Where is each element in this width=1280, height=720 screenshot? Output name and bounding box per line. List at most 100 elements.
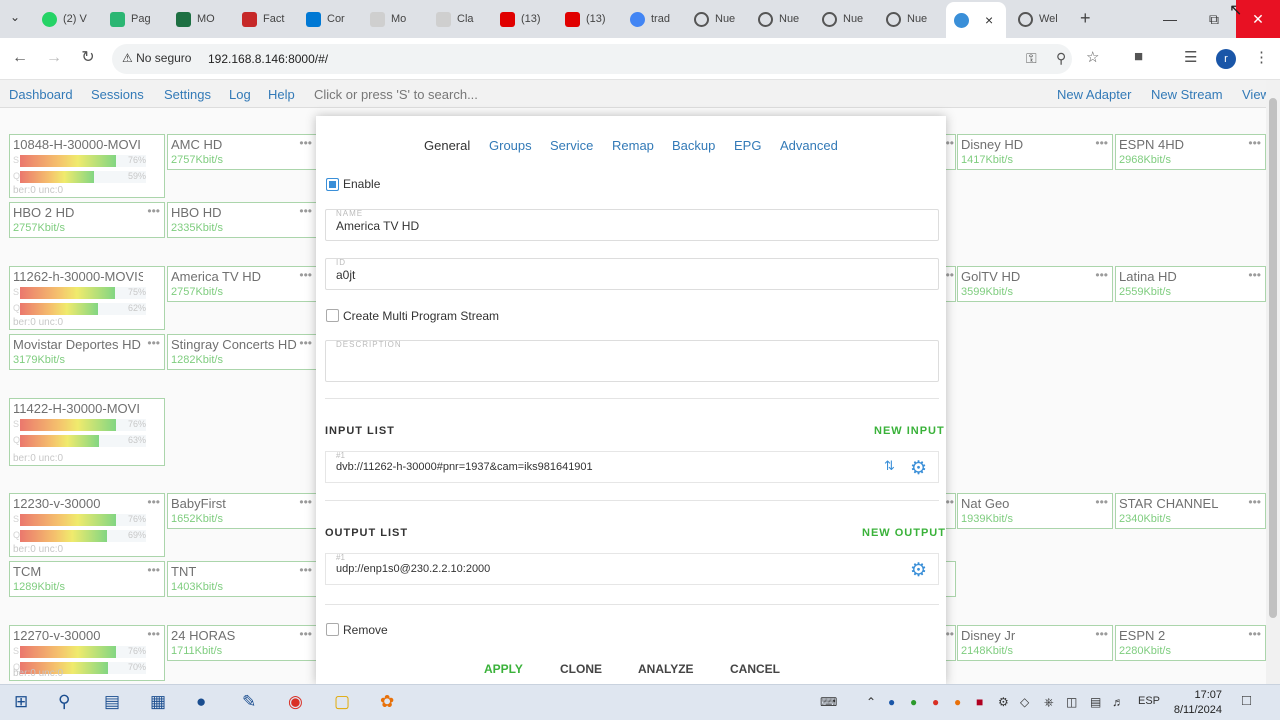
profile-avatar[interactable]: r — [1216, 49, 1236, 69]
volume-icon[interactable]: ♬ — [1112, 695, 1124, 709]
media-control-icon[interactable]: ☰ — [1184, 48, 1197, 66]
analyze-button[interactable]: ANALYZE — [638, 662, 694, 676]
page-scrollbar[interactable] — [1266, 80, 1280, 684]
browser-tab[interactable]: Nue — [822, 4, 878, 34]
browser-tab[interactable]: Cla — [436, 4, 492, 34]
keyboard-icon[interactable]: ⌨ — [820, 695, 837, 709]
browser-tab[interactable]: Nue — [694, 4, 750, 34]
browser-tab[interactable]: Mo — [370, 4, 426, 34]
input-row[interactable]: #1 dvb://11262-h-30000#pnr=1937&cam=iks9… — [325, 451, 939, 483]
cancel-button[interactable]: CANCEL — [730, 662, 780, 676]
description-field[interactable]: DESCRIPTION — [325, 340, 939, 382]
browser-tab[interactable]: Nue — [758, 4, 814, 34]
tab-service[interactable]: Service — [550, 138, 593, 153]
extensions-icon[interactable]: ■ — [1134, 48, 1143, 65]
chrome-icon[interactable]: ◉ — [288, 692, 303, 712]
back-icon[interactable]: ← — [10, 48, 30, 68]
nav-help[interactable]: Help — [268, 87, 295, 102]
browser-tab[interactable]: Fact — [242, 4, 298, 34]
url-text[interactable]: 192.168.8.146:8000/#/ — [208, 52, 328, 66]
close-tab-icon[interactable]: × — [985, 12, 993, 28]
id-field[interactable]: ID a0jt — [325, 258, 939, 290]
bookmark-star-icon[interactable]: ☆ — [1086, 48, 1099, 66]
tray-app-icon[interactable]: ◫ — [1066, 695, 1077, 709]
name-field[interactable]: NAME America TV HD — [325, 209, 939, 241]
network-icon[interactable]: ▤ — [1090, 695, 1101, 709]
tray-app-icon[interactable]: ■ — [976, 695, 983, 709]
close-window-icon[interactable]: ✕ — [1236, 0, 1280, 38]
tab-label: Nue — [715, 13, 736, 25]
tray-app-icon[interactable]: ● — [888, 695, 895, 709]
new-output-button[interactable]: NEW OUTPUT — [862, 527, 946, 539]
browser-tab[interactable]: MO — [176, 4, 232, 34]
search-icon[interactable]: ⚲ — [58, 692, 70, 712]
tray-app-icon[interactable]: ⚙ — [998, 695, 1009, 709]
browser-tab[interactable]: (2) V — [42, 4, 98, 34]
browser-tab-active[interactable]: × — [946, 2, 1006, 38]
reorder-icon[interactable]: ⇅ — [884, 458, 895, 474]
tab-groups[interactable]: Groups — [489, 138, 532, 153]
folder-icon[interactable]: ▢ — [334, 692, 350, 712]
enable-checkbox[interactable] — [326, 178, 339, 191]
nav-log[interactable]: Log — [229, 87, 251, 102]
minimize-icon[interactable]: — — [1148, 0, 1192, 38]
skype-icon[interactable]: ● — [196, 692, 206, 712]
nav-sessions[interactable]: Sessions — [91, 87, 144, 102]
clock[interactable]: 17:07 8/11/2024 — [1170, 688, 1222, 718]
tab-general[interactable]: General — [424, 138, 470, 153]
page-icon — [436, 11, 451, 27]
language-indicator[interactable]: ESP — [1138, 695, 1160, 707]
browser-tab[interactable]: Pag — [110, 4, 166, 34]
tray-app-icon[interactable]: ● — [954, 695, 961, 709]
output-row[interactable]: #1 udp://enp1s0@230.2.2.10:2000 ⚙ — [325, 553, 939, 585]
notifications-icon[interactable]: □ — [1242, 692, 1251, 709]
windows-start-icon[interactable]: ⊞ — [14, 692, 28, 712]
youtube-icon — [565, 11, 580, 27]
tab-remap[interactable]: Remap — [612, 138, 654, 153]
app-icon[interactable]: ✿ — [380, 692, 394, 712]
nav-settings[interactable]: Settings — [164, 87, 211, 102]
forward-icon[interactable]: → — [44, 48, 64, 68]
browser-tab[interactable]: Nue — [886, 4, 942, 34]
input-settings-gear-icon[interactable]: ⚙ — [910, 457, 927, 480]
tray-app-icon[interactable]: ● — [932, 695, 939, 709]
task-view-icon[interactable]: ▤ — [104, 692, 120, 712]
browser-tab[interactable]: (13) — [500, 4, 556, 34]
menu-kebab-icon[interactable]: ⋮ — [1254, 48, 1269, 66]
reload-icon[interactable]: ↻ — [78, 48, 98, 68]
security-indicator[interactable]: ⚠ No seguro — [122, 51, 191, 65]
tray-app-icon[interactable]: ◇ — [1020, 695, 1029, 709]
tab-search-icon[interactable]: ⌄ — [10, 10, 20, 24]
scrollbar-thumb[interactable] — [1269, 98, 1277, 618]
multi-program-checkbox[interactable] — [326, 309, 339, 322]
tab-advanced[interactable]: Advanced — [780, 138, 838, 153]
address-bar[interactable]: ⚠ No seguro 192.168.8.146:8000/#/ ⚿ ⚲ — [112, 44, 1072, 74]
new-adapter-link[interactable]: New Adapter — [1057, 87, 1131, 102]
mouse-cursor-icon: ↖ — [1229, 2, 1243, 19]
apply-button[interactable]: APPLY — [484, 662, 523, 676]
output-settings-gear-icon[interactable]: ⚙ — [910, 559, 927, 582]
notepad-icon[interactable]: ✎ — [242, 692, 256, 712]
browser-tab[interactable]: Cor — [306, 4, 362, 34]
new-stream-link[interactable]: New Stream — [1151, 87, 1223, 102]
password-key-icon[interactable]: ⚿ — [1026, 50, 1037, 67]
usb-icon[interactable]: ⎈ — [1044, 695, 1054, 710]
tray-app-icon[interactable]: ● — [910, 695, 917, 709]
browser-tab[interactable]: trad — [630, 4, 686, 34]
new-tab-icon[interactable]: + — [1080, 8, 1091, 29]
remove-checkbox[interactable] — [326, 623, 339, 636]
tray-expand-icon[interactable]: ⌃ — [866, 695, 876, 709]
output-list-title: OUTPUT LIST — [325, 527, 409, 539]
clone-button[interactable]: CLONE — [560, 662, 602, 676]
browser-tab[interactable]: (13) — [565, 4, 621, 34]
search-hint[interactable]: Click or press 'S' to search... — [314, 87, 478, 102]
new-input-button[interactable]: NEW INPUT — [874, 425, 945, 437]
windows-taskbar: ⊞ ⚲ ▤ ▦ ● ✎ ◉ ▢ ✿ ⌨ ⌃ ● ● ● ● ■ ⚙ ◇ ⎈ ◫ … — [0, 684, 1280, 720]
tab-label: Fact — [263, 13, 285, 25]
zoom-icon[interactable]: ⚲ — [1056, 50, 1066, 67]
nav-dashboard[interactable]: Dashboard — [9, 87, 73, 102]
browser-tab[interactable]: Wel — [1018, 4, 1074, 34]
tab-backup[interactable]: Backup — [672, 138, 715, 153]
calculator-icon[interactable]: ▦ — [150, 692, 166, 712]
tab-epg[interactable]: EPG — [734, 138, 761, 153]
